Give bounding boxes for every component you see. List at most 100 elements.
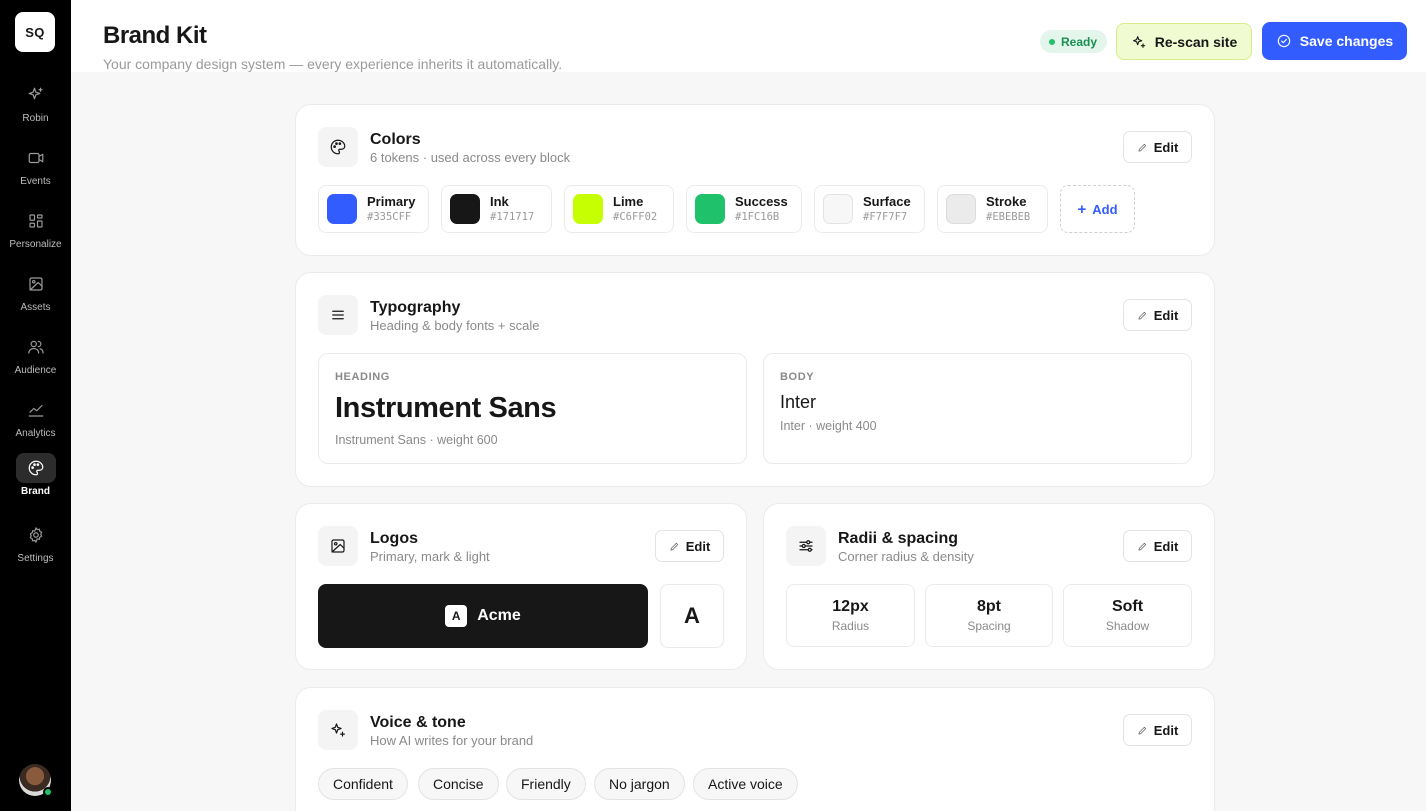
metric-label: Radius bbox=[831, 619, 870, 633]
edit-label: Edit bbox=[1153, 722, 1179, 738]
color-hex: #C6FF02 bbox=[613, 211, 658, 223]
image-icon bbox=[318, 526, 358, 566]
font-role-label: HEADING bbox=[335, 371, 390, 383]
color-name: Lime bbox=[613, 194, 644, 209]
color-hex: #171717 bbox=[490, 211, 535, 223]
color-name: Success bbox=[735, 194, 788, 209]
card-subtitle: 6 tokens · used across every block bbox=[370, 150, 571, 165]
body-font-sample: Inter bbox=[780, 392, 817, 412]
sidebar-item-label: Settings bbox=[17, 553, 54, 564]
sidebar-item-personalize[interactable]: Personalize bbox=[0, 206, 71, 262]
colors-card: Colors 6 tokens · used across every bloc… bbox=[295, 104, 1215, 256]
sidebar-item-label: Analytics bbox=[15, 428, 56, 439]
card-subtitle: Primary, mark & light bbox=[370, 549, 490, 564]
spacing-metric: 8pt Spacing bbox=[925, 584, 1053, 647]
card-subtitle: Corner radius & density bbox=[838, 549, 974, 564]
radius-metric: 12px Radius bbox=[786, 584, 915, 647]
grid-icon bbox=[16, 206, 56, 236]
color-name: Ink bbox=[490, 194, 509, 209]
font-role-label: BODY bbox=[780, 371, 815, 383]
pencil-icon bbox=[1138, 542, 1146, 551]
pencil-icon bbox=[1138, 143, 1146, 152]
color-hex: #EBEBEB bbox=[986, 211, 1031, 223]
page-header: Brand Kit Your company design system — e… bbox=[71, 0, 1426, 72]
sidebar-item-label: Events bbox=[20, 176, 51, 187]
color-name: Surface bbox=[863, 194, 911, 209]
logo-mark-preview[interactable]: A bbox=[660, 584, 724, 648]
color-chip bbox=[823, 194, 853, 224]
add-color-button[interactable]: + Add bbox=[1060, 185, 1135, 233]
sidebar-item-audience[interactable]: Audience bbox=[0, 332, 71, 388]
color-hex: #1FC16B bbox=[735, 211, 780, 223]
sidebar-item-analytics[interactable]: Analytics bbox=[0, 395, 71, 451]
edit-typography-button[interactable]: Edit bbox=[1123, 299, 1192, 331]
logo-mark-small: A bbox=[445, 605, 468, 627]
metric-value: 12px bbox=[832, 598, 869, 615]
metric-value: 8pt bbox=[977, 598, 1001, 615]
color-name: Stroke bbox=[986, 194, 1027, 209]
save-changes-label: Save changes bbox=[1299, 33, 1394, 49]
sidebar-item-label: Personalize bbox=[9, 239, 62, 250]
color-token-primary[interactable]: Primary #335CFF bbox=[318, 185, 429, 233]
status-badge-label: Ready bbox=[1061, 34, 1098, 49]
pencil-icon bbox=[1138, 311, 1146, 320]
text-align-icon bbox=[318, 295, 358, 335]
edit-voice-button[interactable]: Edit bbox=[1123, 714, 1192, 746]
plus-icon: + bbox=[1077, 200, 1087, 218]
radii-spacing-card: Radii & spacing Corner radius & density … bbox=[763, 503, 1215, 670]
primary-logo-preview[interactable]: A Acme bbox=[318, 584, 648, 648]
color-chip bbox=[327, 194, 357, 224]
voice-tone-card: Voice & tone How AI writes for your bran… bbox=[295, 687, 1215, 811]
voice-chip[interactable]: Friendly bbox=[506, 768, 586, 800]
edit-logos-button[interactable]: Edit bbox=[655, 530, 724, 562]
color-token-stroke[interactable]: Stroke #EBEBEB bbox=[937, 185, 1048, 233]
logo-wordmark: Acme bbox=[477, 607, 521, 624]
gear-icon bbox=[16, 520, 56, 550]
save-changes-button[interactable]: Save changes bbox=[1262, 22, 1407, 60]
voice-chip[interactable]: Confident bbox=[318, 768, 408, 800]
palette-icon bbox=[15, 453, 56, 483]
sidebar-item-events[interactable]: Events bbox=[0, 143, 71, 199]
color-token-surface[interactable]: Surface #F7F7F7 bbox=[814, 185, 925, 233]
card-title: Voice & tone bbox=[370, 714, 466, 731]
edit-radii-button[interactable]: Edit bbox=[1123, 530, 1192, 562]
workspace-logo[interactable]: SQ bbox=[15, 12, 55, 52]
card-subtitle: How AI writes for your brand bbox=[370, 733, 534, 748]
add-label: Add bbox=[1092, 201, 1118, 217]
heading-font-meta: Instrument Sans · weight 600 bbox=[335, 433, 498, 447]
sidebar-item-settings[interactable]: Settings bbox=[0, 520, 71, 576]
users-icon bbox=[16, 332, 56, 362]
edit-label: Edit bbox=[685, 538, 711, 554]
image-icon bbox=[16, 269, 56, 299]
sliders-icon bbox=[786, 526, 826, 566]
page-subtitle: Your company design system — every exper… bbox=[103, 56, 563, 72]
edit-colors-button[interactable]: Edit bbox=[1123, 131, 1192, 163]
voice-chip[interactable]: No jargon bbox=[594, 768, 685, 800]
pencil-icon bbox=[1138, 726, 1146, 735]
edit-label: Edit bbox=[1153, 538, 1179, 554]
metric-value: Soft bbox=[1111, 598, 1144, 615]
heading-font-sample: Instrument Sans bbox=[335, 392, 557, 424]
sidebar-item-robin[interactable]: Robin bbox=[0, 80, 71, 136]
sidebar-item-assets[interactable]: Assets bbox=[0, 269, 71, 325]
card-title: Typography bbox=[370, 299, 461, 316]
sparkles-icon bbox=[318, 710, 358, 750]
sidebar-item-label: Audience bbox=[14, 365, 57, 376]
rescan-site-button[interactable]: Re-scan site bbox=[1116, 23, 1252, 60]
rescan-site-label: Re-scan site bbox=[1154, 33, 1238, 50]
metric-label: Shadow bbox=[1105, 619, 1150, 633]
metric-label: Spacing bbox=[967, 619, 1011, 633]
color-token-success[interactable]: Success #1FC16B bbox=[686, 185, 802, 233]
sidebar: SQ Robin Events Personalize Assets Audie… bbox=[0, 0, 71, 811]
card-title: Radii & spacing bbox=[838, 530, 959, 547]
color-name: Primary bbox=[367, 194, 416, 209]
color-token-ink[interactable]: Ink #171717 bbox=[441, 185, 552, 233]
color-token-lime[interactable]: Lime #C6FF02 bbox=[564, 185, 674, 233]
body-font-meta: Inter · weight 400 bbox=[780, 419, 877, 433]
voice-chip[interactable]: Concise bbox=[418, 768, 499, 800]
sidebar-item-brand[interactable]: Brand bbox=[0, 453, 71, 509]
body-font-panel[interactable]: BODY Inter Inter · weight 400 bbox=[763, 353, 1192, 464]
voice-chip[interactable]: Active voice bbox=[693, 768, 798, 800]
card-subtitle: Heading & body fonts + scale bbox=[370, 318, 540, 333]
heading-font-panel[interactable]: HEADING Instrument Sans Instrument Sans … bbox=[318, 353, 747, 464]
